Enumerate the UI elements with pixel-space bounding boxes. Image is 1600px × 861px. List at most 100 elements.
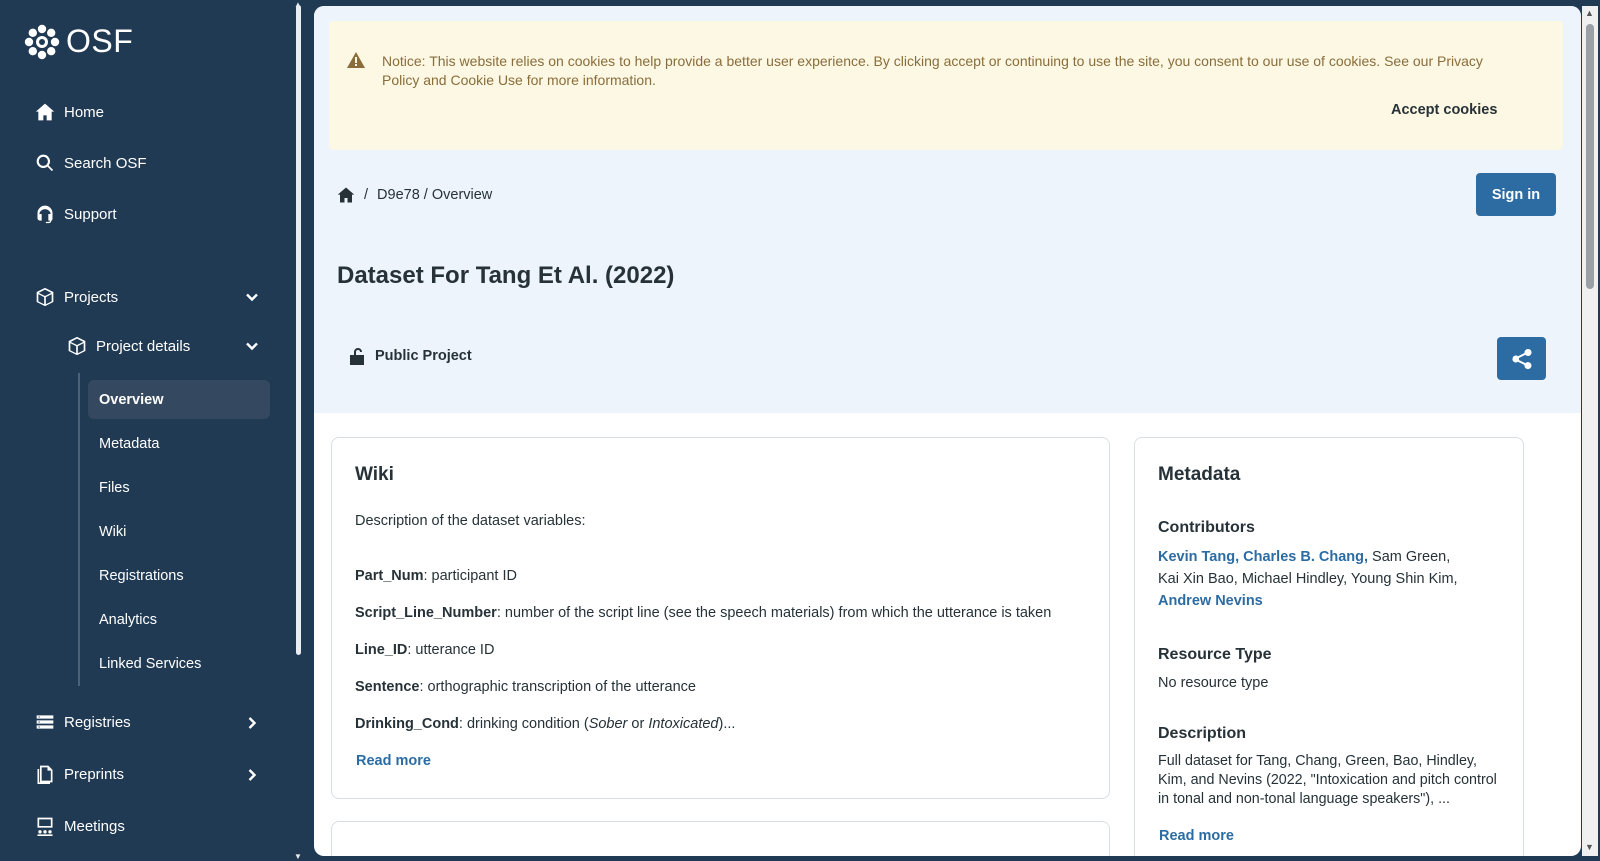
sidebar-item-project-details[interactable]: Project details (66, 334, 190, 358)
unlock-icon (350, 347, 366, 365)
sidebar-subitem-linked-services[interactable]: Linked Services (88, 644, 270, 683)
sidebar: OSF Home Search OSF Support Projects Pro… (0, 0, 302, 861)
logo-text: OSF (66, 23, 134, 59)
breadcrumb: / D9e78 / Overview (337, 186, 492, 204)
wiki-line-emphasis: Intoxicated (648, 716, 719, 732)
breadcrumb-path[interactable]: D9e78 / Overview (377, 187, 492, 203)
sidebar-item-label: Preprints (64, 765, 125, 783)
wiki-line-text: : number of the script line (see the spe… (496, 605, 1052, 621)
chevron-down-icon[interactable] (245, 339, 259, 353)
sign-in-button[interactable]: Sign in (1476, 173, 1556, 216)
sidebar-item-label: Support (64, 205, 117, 223)
sidebar-item-home[interactable]: Home (34, 100, 104, 124)
sidebar-scrollbar[interactable] (296, 5, 301, 655)
osf-logo-icon (24, 24, 60, 59)
contributors-list: Kevin Tang, Charles B. Chang, Sam Green,… (1158, 546, 1503, 612)
breadcrumb-separator: / (364, 187, 369, 203)
wiki-line-text: or (627, 716, 649, 732)
wiki-line-key: Sentence (355, 679, 420, 695)
wiki-line-key: Part_Num (355, 568, 424, 584)
resource-type-heading: Resource Type (1158, 646, 1272, 663)
cube-icon (66, 335, 88, 357)
sidebar-subitem-overview[interactable]: Overview (88, 380, 270, 419)
wiki-line-key: Script_Line_Number (355, 605, 497, 621)
wiki-line: Part_Num: participant ID (355, 568, 517, 584)
cube-icon (34, 286, 56, 308)
share-icon (1511, 348, 1532, 369)
cookie-banner: Notice: This website relies on cookies t… (329, 21, 1563, 150)
preprints-icon (34, 763, 56, 785)
sidebar-subitem-files[interactable]: Files (88, 468, 270, 507)
chevron-right-icon[interactable] (245, 716, 259, 730)
metadata-card: Metadata Contributors Kevin Tang, Charle… (1134, 437, 1524, 856)
project-header: Notice: This website relies on cookies t… (314, 6, 1581, 413)
visibility-label: Public Project (375, 348, 472, 364)
wiki-line: Script_Line_Number: number of the script… (355, 605, 1051, 621)
wiki-description: Description of the dataset variables: (355, 513, 586, 529)
main-content: Notice: This website relies on cookies t… (314, 6, 1581, 856)
osf-logo[interactable]: OSF (24, 23, 133, 60)
chevron-right-icon[interactable] (245, 768, 259, 782)
contributors-heading: Contributors (1158, 519, 1255, 536)
subnav-divider (78, 373, 80, 686)
sidebar-item-preprints[interactable]: Preprints (34, 762, 124, 786)
visibility-badge: Public Project (350, 347, 472, 365)
description-text: Full dataset for Tang, Chang, Green, Bao… (1158, 753, 1497, 807)
scroll-up-arrow[interactable]: ▲ (1585, 8, 1594, 18)
accept-cookies-button[interactable]: Accept cookies (1391, 101, 1497, 120)
search-icon (34, 152, 56, 174)
sidebar-item-meetings[interactable]: Meetings (34, 814, 125, 838)
scroll-down-arrow[interactable]: ▼ (294, 852, 303, 861)
sidebar-item-label: Search OSF (64, 154, 147, 172)
sidebar-item-label: Meetings (64, 817, 125, 835)
sidebar-subitem-registrations[interactable]: Registrations (88, 556, 270, 595)
wiki-read-more-link[interactable]: Read more (356, 753, 431, 769)
sidebar-item-label: Project details (96, 337, 191, 355)
scrollbar-thumb[interactable] (1586, 24, 1594, 289)
home-icon (34, 101, 56, 123)
chevron-down-icon[interactable] (245, 290, 259, 304)
contributor-names: Sam Green, (1368, 549, 1451, 565)
wiki-line-emphasis: Sober (588, 716, 628, 732)
contributor-links[interactable]: Kevin Tang, Charles B. Chang, (1158, 549, 1368, 565)
cookie-message: Notice: This website relies on cookies t… (382, 53, 1483, 88)
next-card (331, 821, 1110, 856)
warning-icon (347, 52, 365, 68)
page-scrollbar[interactable]: ▲ ▼ (1582, 6, 1598, 856)
sidebar-item-projects[interactable]: Projects (34, 285, 118, 309)
wiki-line: Drinking_Cond: drinking condition (Sober… (355, 716, 735, 732)
contributor-link[interactable]: Andrew Nevins (1158, 593, 1263, 609)
sidebar-item-label: Projects (64, 288, 119, 306)
contributor-names: Kai Xin Bao, Michael Hindley, Young Shin… (1158, 571, 1458, 587)
scroll-down-arrow[interactable]: ▼ (1585, 842, 1594, 852)
wiki-card: Wiki Description of the dataset variable… (331, 437, 1110, 799)
wiki-line-text: : orthographic transcription of the utte… (419, 679, 696, 695)
sidebar-subitem-metadata[interactable]: Metadata (88, 424, 270, 463)
headset-icon (34, 203, 56, 225)
registries-icon (34, 711, 56, 733)
sidebar-subitem-wiki[interactable]: Wiki (88, 512, 270, 551)
wiki-line: Sentence: orthographic transcription of … (355, 679, 696, 695)
wiki-line-text: )... (718, 716, 736, 732)
metadata-heading: Metadata (1158, 464, 1241, 485)
sidebar-item-support[interactable]: Support (34, 202, 117, 226)
sidebar-item-label: Registries (64, 713, 131, 731)
sidebar-subitem-analytics[interactable]: Analytics (88, 600, 270, 639)
wiki-line: Line_ID: utterance ID (355, 642, 494, 658)
page-title: Dataset For Tang Et Al. (2022) (337, 262, 675, 289)
wiki-line-key: Line_ID (355, 642, 408, 658)
sidebar-item-registries[interactable]: Registries (34, 710, 131, 734)
wiki-line-key: Drinking_Cond (355, 716, 459, 732)
wiki-line-text: : utterance ID (407, 642, 495, 658)
sidebar-item-search[interactable]: Search OSF (34, 151, 147, 175)
description-heading: Description (1158, 725, 1247, 742)
description-read-more-link[interactable]: Read more (1159, 828, 1234, 844)
wiki-line-text: : participant ID (423, 568, 518, 584)
wiki-heading: Wiki (355, 464, 394, 485)
meetings-icon (34, 815, 56, 837)
wiki-line-text: : drinking condition ( (458, 716, 589, 732)
home-icon[interactable] (337, 186, 355, 204)
resource-type-value: No resource type (1158, 675, 1269, 691)
share-button[interactable] (1497, 337, 1546, 380)
sidebar-item-label: Home (64, 103, 105, 121)
